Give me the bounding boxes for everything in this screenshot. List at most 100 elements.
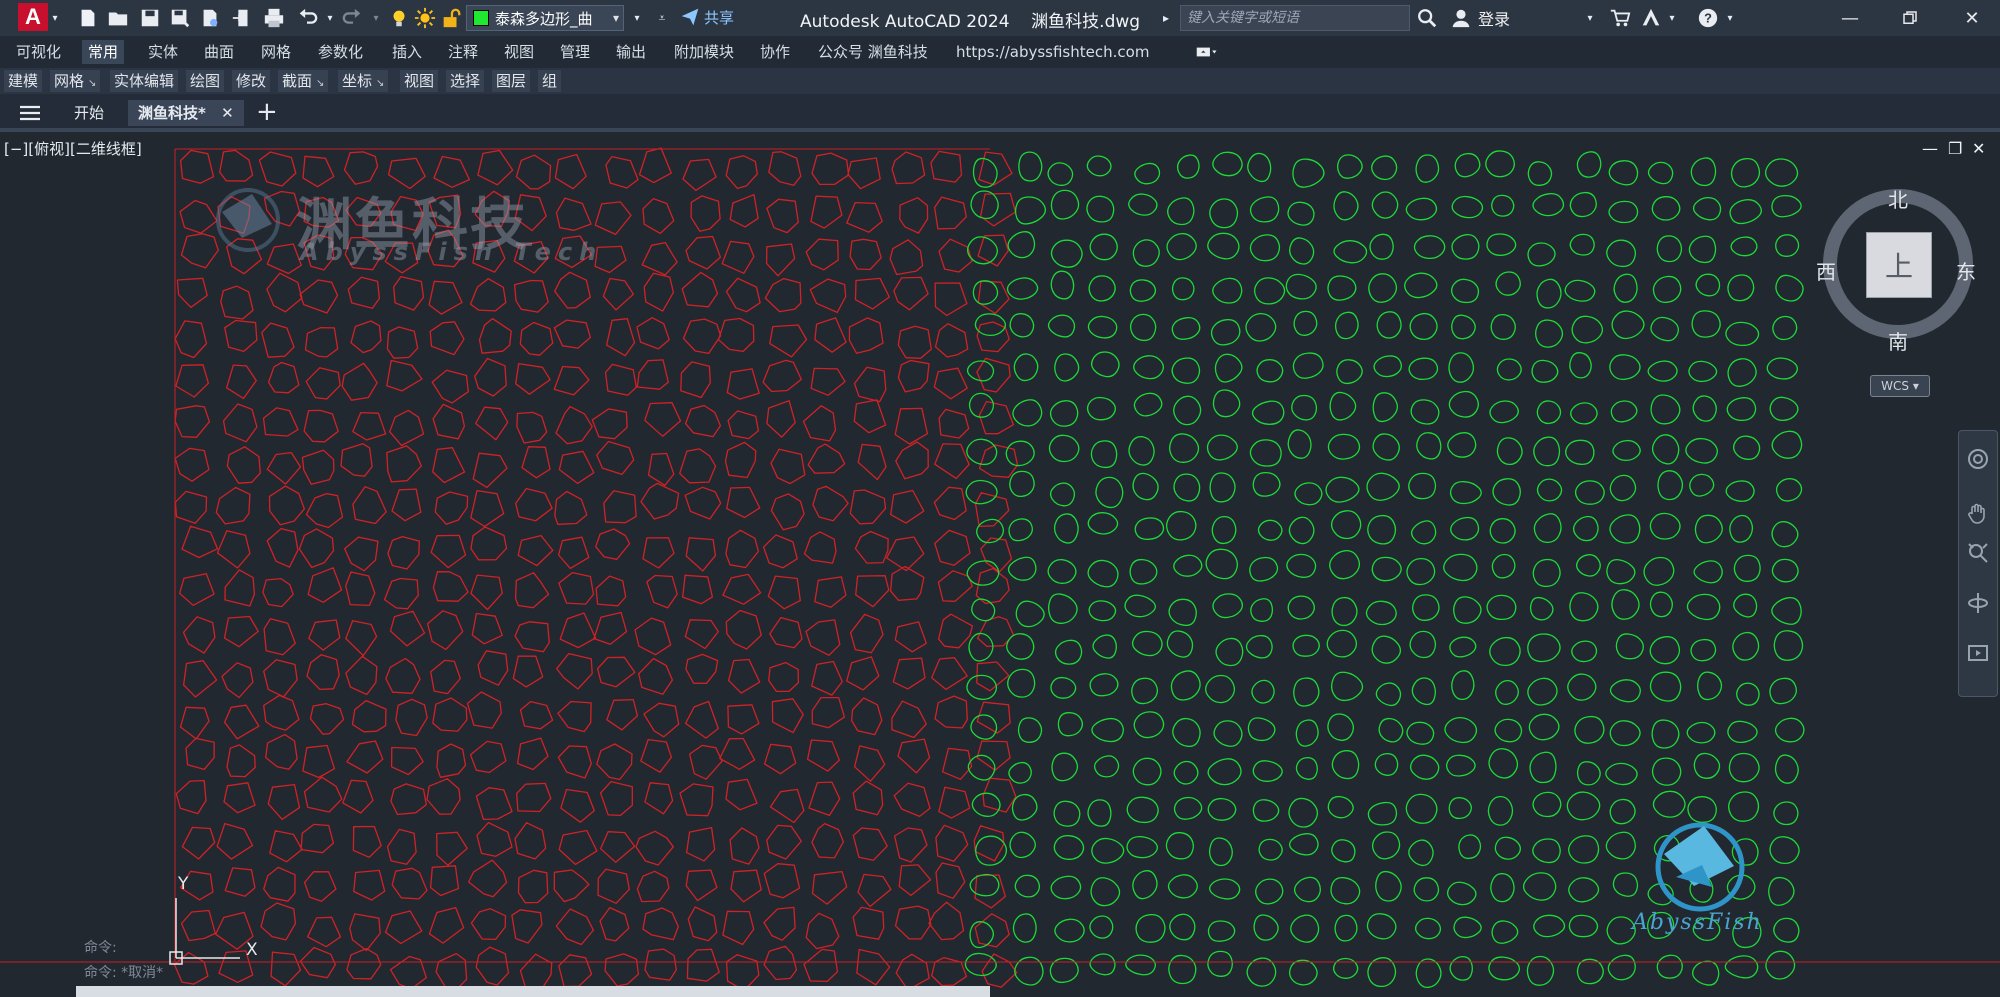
panel-draw[interactable]: 绘图 — [186, 70, 225, 92]
title-arrow-icon[interactable]: ▸ — [1160, 4, 1172, 32]
panel-selection[interactable]: 选择 — [446, 70, 485, 92]
panel-groups[interactable]: 组 — [538, 70, 562, 92]
fish-logo-icon — [216, 188, 280, 252]
sign-in-dropdown-icon[interactable]: ▾ — [1584, 4, 1596, 32]
wcs-menu[interactable]: WCS ▾ — [1870, 375, 1930, 397]
tab-visualize[interactable]: 可视化 — [10, 40, 67, 64]
app-menu-dropdown-icon[interactable]: ▾ — [48, 4, 62, 32]
hamburger-menu-icon[interactable] — [18, 100, 44, 126]
tab-view[interactable]: 视图 — [498, 40, 540, 64]
redo-dropdown-icon[interactable]: ▾ — [370, 4, 382, 32]
tab-parametric[interactable]: 参数化 — [312, 40, 369, 64]
file-tabs: 开始 渊鱼科技* ✕ + — [0, 94, 2000, 132]
app-menu-button[interactable]: A — [18, 3, 48, 31]
plot-icon[interactable] — [262, 4, 286, 32]
share-button[interactable]: 共享 — [680, 5, 734, 29]
cart-icon[interactable] — [1608, 4, 1632, 32]
search-icon[interactable] — [1414, 4, 1440, 32]
command-line-input[interactable] — [76, 986, 990, 997]
help-dropdown-icon[interactable]: ▾ — [1724, 4, 1736, 32]
redo-icon[interactable] — [340, 4, 366, 32]
panel-section[interactable]: 截面 ↘ — [278, 70, 329, 92]
tab-website[interactable]: https://abyssfishtech.com — [950, 40, 1155, 64]
tab-annotate[interactable]: 注释 — [442, 40, 484, 64]
zoom-extents-icon[interactable] — [1964, 539, 1992, 567]
fish-logo-icon — [1655, 822, 1745, 912]
panel-view[interactable]: 视图 — [400, 70, 439, 92]
paper-plane-icon — [681, 8, 699, 26]
voronoi-polygons — [173, 147, 1019, 992]
search-input[interactable]: 键入关键字或短语 — [1180, 5, 1410, 31]
autodesk-app-icon[interactable] — [1638, 4, 1664, 32]
compass-east[interactable]: 东 — [1956, 256, 1976, 285]
pan-hand-icon[interactable] — [1964, 499, 1992, 527]
svg-text:?: ? — [1704, 11, 1712, 26]
tab-collaborate[interactable]: 协作 — [754, 40, 796, 64]
undo-icon[interactable] — [294, 4, 320, 32]
start-tab[interactable]: 开始 — [74, 100, 104, 126]
logo-text: AbyssFish — [1632, 910, 1763, 935]
tab-output[interactable]: 输出 — [610, 40, 652, 64]
panel-expand-icon: ↘ — [316, 78, 325, 89]
ucs-icon — [169, 898, 240, 965]
new-file-icon[interactable] — [76, 4, 100, 32]
command-history-line: 命令: — [84, 940, 117, 956]
ucs-x-label: X — [246, 940, 258, 960]
close-window-icon[interactable]: ✕ — [1960, 6, 1984, 30]
publish-icon[interactable] — [198, 4, 222, 32]
title-bar: A ▾ ▾ ▾ 泰森多边形_曲 ▾ ▾ ⩡ 共享 Autodesk AutoCA… — [0, 0, 2000, 36]
tab-surface[interactable]: 曲面 — [198, 40, 240, 64]
layer-unlock-icon[interactable] — [440, 4, 462, 32]
tab-addins[interactable]: 附加模块 — [668, 40, 740, 64]
voronoi-polygon-region — [173, 147, 1019, 992]
restore-icon[interactable] — [1898, 6, 1922, 30]
help-icon[interactable]: ? — [1696, 4, 1720, 32]
viewcube-top-face[interactable]: 上 — [1866, 232, 1932, 298]
viewport-close-icon[interactable]: ✕ — [1972, 139, 1985, 158]
layer-selector[interactable]: 泰森多边形_曲 ▾ — [466, 5, 624, 31]
import-icon[interactable] — [230, 4, 254, 32]
layer-name: 泰森多边形_曲 — [495, 9, 593, 28]
close-tab-icon[interactable]: ✕ — [221, 104, 234, 122]
panel-mesh[interactable]: 网格 ↘ — [50, 70, 101, 92]
save-icon[interactable] — [138, 4, 162, 32]
tab-manage[interactable]: 管理 — [554, 40, 596, 64]
window-title: Autodesk AutoCAD 2024 渊鱼科技.dwg — [800, 12, 1141, 32]
panel-layers[interactable]: 图层 — [492, 70, 531, 92]
tab-wechat-account[interactable]: 公众号 渊鱼科技 — [812, 40, 934, 64]
tab-insert[interactable]: 插入 — [386, 40, 428, 64]
ribbon-minimize-toggle[interactable] — [1190, 40, 1224, 64]
navigation-bar — [1958, 430, 1998, 697]
layer-thaw-sun-icon[interactable] — [414, 4, 436, 32]
panel-modeling[interactable]: 建模 — [4, 70, 43, 92]
tab-solid[interactable]: 实体 — [142, 40, 184, 64]
panel-modify[interactable]: 修改 — [232, 70, 271, 92]
app-dropdown-icon[interactable]: ▾ — [1666, 4, 1678, 32]
new-tab-plus-icon[interactable]: + — [256, 99, 278, 126]
undo-dropdown-icon[interactable]: ▾ — [324, 4, 336, 32]
open-folder-icon[interactable] — [106, 4, 130, 32]
sign-in-button[interactable]: 登录 — [1450, 6, 1510, 30]
tab-mesh[interactable]: 网格 — [255, 40, 297, 64]
layer-menu-dropdown-icon[interactable]: ▾ — [630, 4, 644, 32]
compass-north[interactable]: 北 — [1888, 184, 1908, 213]
minimize-icon[interactable]: — — [1838, 6, 1862, 30]
viewport-minimize-icon[interactable]: — — [1922, 139, 1938, 158]
watermark-subtitle: AbyssFish Tech — [300, 238, 604, 266]
tab-home[interactable]: 常用 — [82, 40, 125, 64]
customize-quick-access-icon[interactable]: ⩡ — [654, 4, 670, 32]
viewport-controls-label[interactable]: [−][俯视][二维线框] — [4, 138, 142, 159]
viewport-restore-icon[interactable]: ❐ — [1948, 139, 1962, 158]
compass-south[interactable]: 南 — [1888, 326, 1908, 355]
showmotion-icon[interactable] — [1964, 639, 1992, 667]
drawing-tab-active[interactable]: 渊鱼科技* ✕ — [128, 100, 244, 126]
orbit-icon[interactable] — [1964, 589, 1992, 617]
panel-solid-editing[interactable]: 实体编辑 — [110, 70, 179, 92]
ribbon-panel-bar: 建模 网格 ↘ 实体编辑 绘图 修改 截面 ↘ 坐标 ↘ 视图 选择 图层 组 — [0, 68, 2000, 95]
save-as-icon[interactable] — [168, 4, 192, 32]
layer-dropdown-icon: ▾ — [612, 11, 619, 25]
steering-wheel-icon[interactable] — [1964, 445, 1992, 473]
panel-coordinates[interactable]: 坐标 ↘ — [338, 70, 389, 92]
layer-on-bulb-icon[interactable] — [388, 4, 410, 32]
compass-west[interactable]: 西 — [1816, 256, 1836, 285]
